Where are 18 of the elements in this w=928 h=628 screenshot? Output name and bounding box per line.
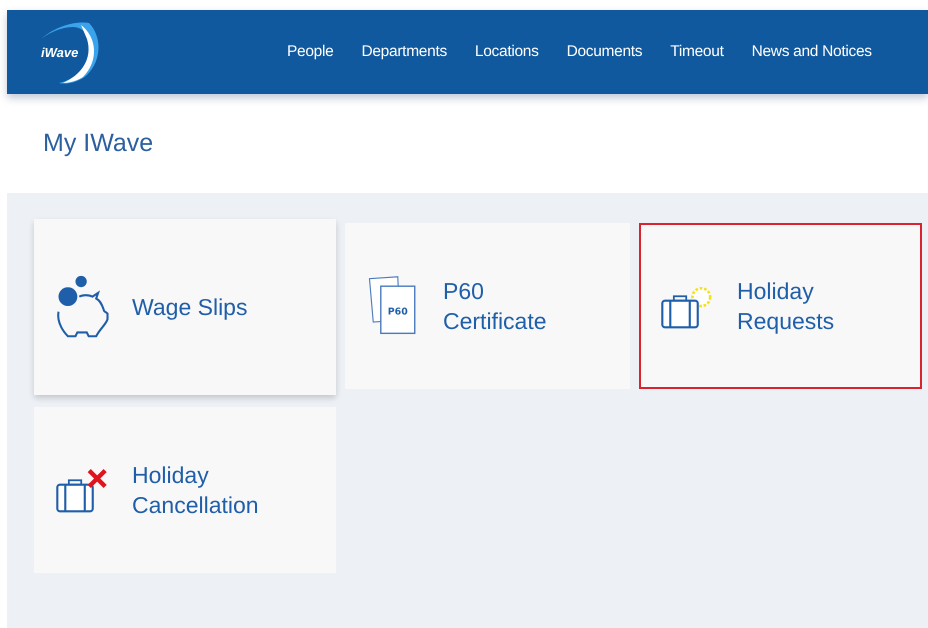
tile[interactable]: Holiday Cancellation [34,407,336,573]
logo-text: iWave [41,45,78,60]
page-title: My IWave [43,129,154,158]
tile-label: Wage Slips [132,293,248,322]
tile-label: Holiday Cancellation [132,461,260,520]
nav-link[interactable]: Locations [474,43,539,61]
tile-label: P60 Certificate [443,277,548,336]
nav-link[interactable]: People [287,43,334,61]
nav-link[interactable]: Timeout [670,43,724,61]
nav-link[interactable]: News and Notices [752,43,872,61]
tile[interactable]: P60 P60 Certificate [345,223,630,389]
nav-link[interactable]: Documents [566,43,642,61]
logo[interactable]: iWave [37,19,107,85]
tile[interactable]: Wage Slips [34,219,336,395]
tile-label: Holiday Requests [737,277,836,336]
document-label: P60 [388,306,408,318]
nav-link[interactable]: Departments [361,43,447,61]
tile[interactable]: Holiday Requests [639,223,922,389]
